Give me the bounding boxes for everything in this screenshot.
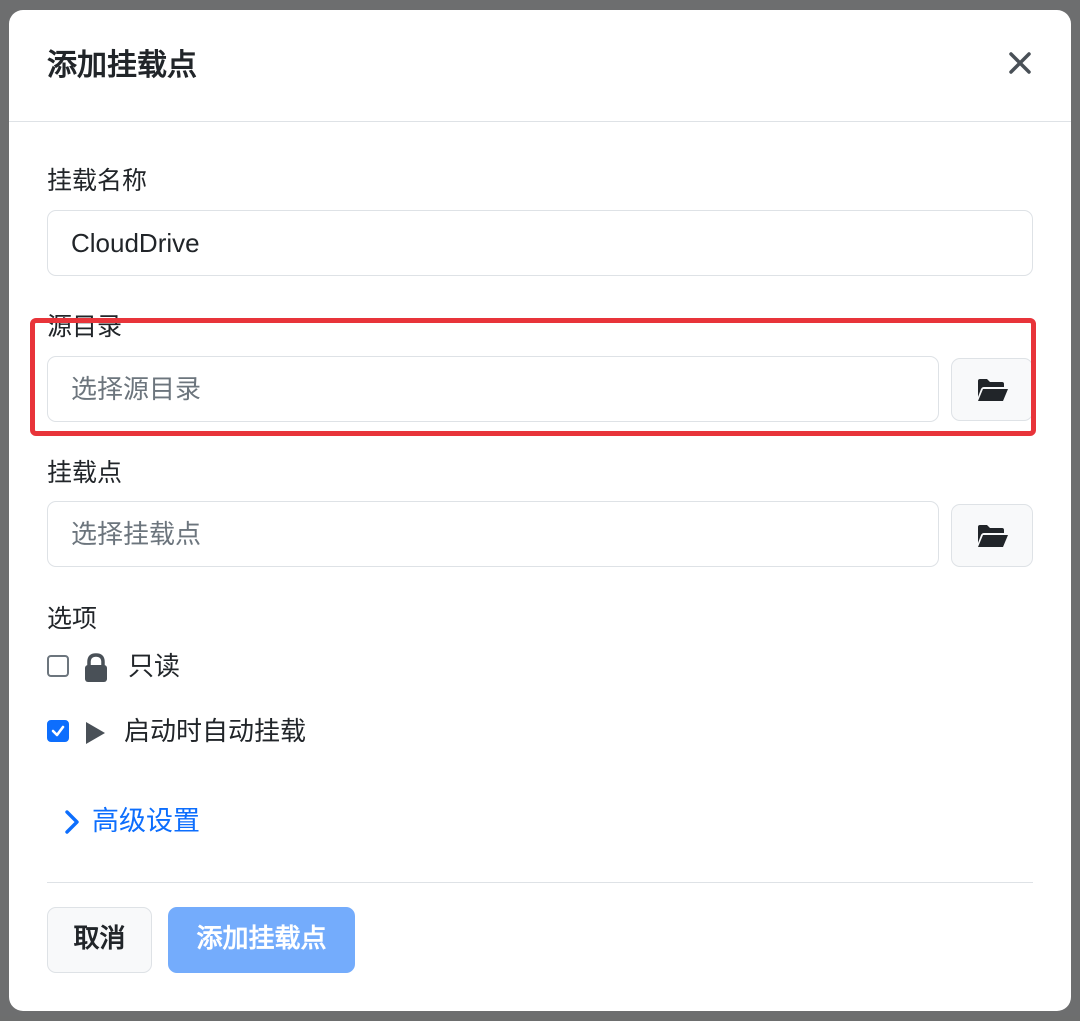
- add-mount-dialog: 添加挂载点 挂载名称 源目录 挂载点 选项 只读: [9, 10, 1071, 1011]
- auto-mount-checkbox[interactable]: [47, 720, 69, 742]
- footer-divider: [47, 882, 1033, 883]
- watermark-text: 什么值得买: [978, 990, 1068, 1011]
- mount-name-label: 挂载名称: [47, 166, 148, 195]
- source-dir-input[interactable]: [47, 356, 939, 422]
- watermark: 值 什么值得买: [952, 989, 1072, 1015]
- chevron-right-icon: [65, 810, 79, 834]
- read-only-checkbox[interactable]: [47, 655, 69, 677]
- mount-point-browse-button[interactable]: [951, 504, 1033, 567]
- source-dir-label: 源目录: [47, 312, 123, 341]
- advanced-settings-toggle[interactable]: 高级设置: [64, 802, 264, 842]
- watermark-badge: 值: [952, 990, 972, 1010]
- mount-point-input[interactable]: [47, 501, 939, 567]
- source-dir-browse-button[interactable]: [951, 358, 1033, 421]
- lock-icon: [85, 653, 107, 682]
- auto-mount-label: 启动时自动挂载: [124, 717, 307, 747]
- options-label: 选项: [47, 604, 98, 633]
- play-icon: [86, 722, 105, 744]
- auto-mount-option[interactable]: 启动时自动挂载: [47, 715, 447, 749]
- folder-open-icon: [978, 379, 1008, 401]
- close-icon: [1009, 52, 1031, 74]
- mount-point-label: 挂载点: [47, 458, 123, 487]
- read-only-option[interactable]: 只读: [47, 650, 347, 684]
- cancel-button[interactable]: 取消: [47, 907, 152, 973]
- dialog-header: 添加挂载点: [9, 10, 1071, 122]
- mount-name-input[interactable]: [47, 210, 1033, 276]
- folder-open-icon: [978, 525, 1008, 547]
- dialog-title: 添加挂载点: [47, 48, 197, 83]
- advanced-settings-label: 高级设置: [92, 806, 200, 837]
- read-only-label: 只读: [128, 652, 181, 682]
- checkmark-icon: [51, 725, 65, 737]
- add-mount-submit-button[interactable]: 添加挂载点: [168, 907, 355, 973]
- close-button[interactable]: [1005, 48, 1035, 78]
